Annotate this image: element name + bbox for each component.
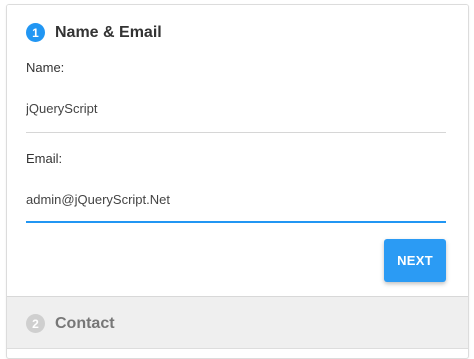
email-input[interactable] [26,184,446,214]
name-input-underline [26,132,446,133]
name-label: Name: [26,60,65,75]
name-input[interactable] [26,93,446,123]
email-input-underline [26,221,446,223]
step-header[interactable]: 1 Name & Email [26,23,162,42]
email-label: Email: [26,151,63,166]
step-contact[interactable]: 2 Contact [7,297,468,349]
step-title: Name & Email [55,23,162,41]
step-header[interactable]: 2 Contact [26,314,115,333]
stepper-form: 1 Name & Email Name: Email: NEXT 2 Conta… [6,4,469,359]
step-number-badge: 1 [26,23,45,42]
step-name-email: 1 Name & Email Name: Email: NEXT [7,5,468,297]
next-button[interactable]: NEXT [384,239,446,282]
step-number-badge: 2 [26,314,45,333]
step-title: Contact [55,314,115,332]
